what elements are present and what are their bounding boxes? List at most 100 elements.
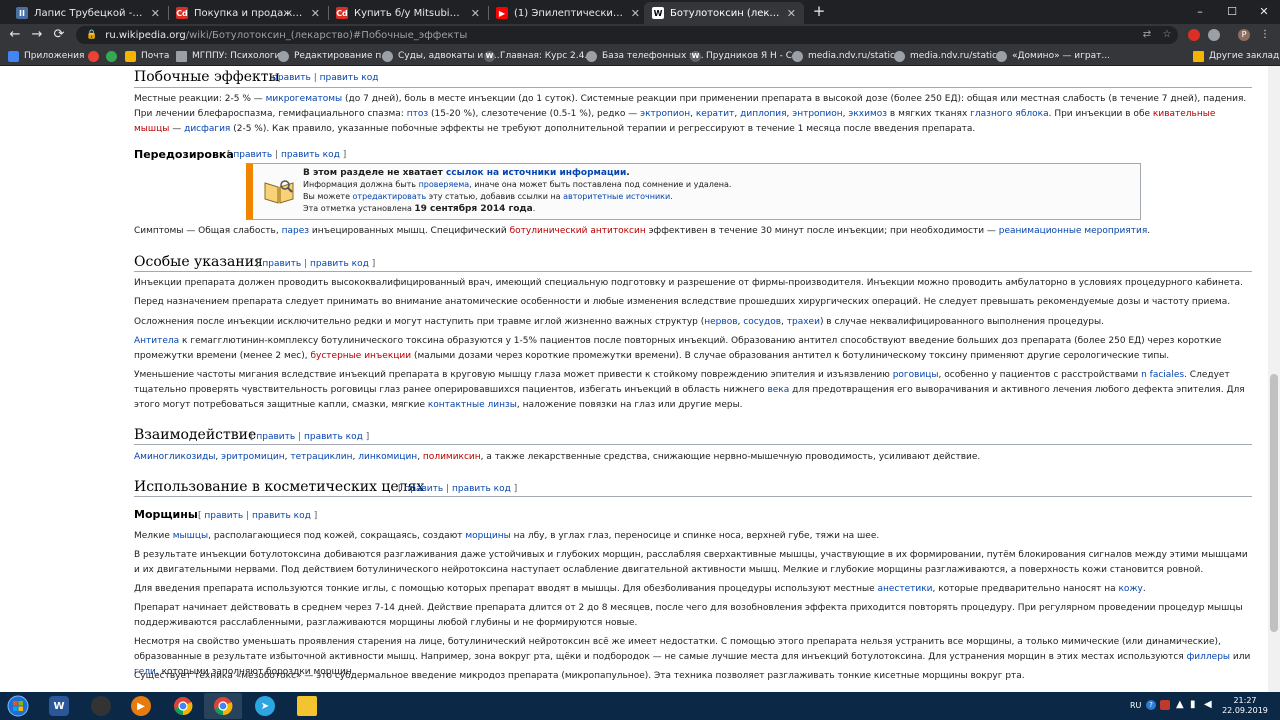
volume-icon[interactable]: ◀ (1204, 699, 1212, 710)
bookmark-phones[interactable]: База телефонных н... (586, 49, 704, 63)
article-link[interactable]: n facialеs (1141, 370, 1184, 380)
translate-icon[interactable]: ⇄ (1140, 28, 1154, 42)
lock-icon[interactable]: 🔒 (86, 30, 97, 40)
article-link[interactable]: тетрациклин (290, 452, 352, 462)
forward-button[interactable]: → (28, 26, 46, 44)
bookmark-domino[interactable]: «Домино» — играт... (996, 49, 1110, 63)
article-link[interactable]: глазного яблока (970, 109, 1048, 119)
extension-red-icon[interactable] (1188, 29, 1200, 41)
clock[interactable]: 21:27 22.09.2019 (1222, 696, 1268, 716)
bookmark-edit[interactable]: Редактирование п... (278, 49, 390, 63)
bookmark-prudnikov[interactable]: W Прудников Я Н - С... (690, 49, 801, 63)
article-link[interactable]: роговицы (893, 370, 939, 380)
article-link[interactable]: энтропион (792, 109, 842, 119)
article-link[interactable]: нервов (704, 317, 737, 327)
tab-close-icon[interactable]: ✕ (631, 7, 640, 20)
tab-4-active[interactable]: W Ботулотоксин (лекарство) — Ви ✕ (644, 2, 804, 24)
edit-code-link[interactable]: править код (281, 150, 340, 160)
notice-edit-link[interactable]: отредактировать (353, 192, 427, 201)
bookmark-star-icon[interactable]: ☆ (1160, 28, 1174, 42)
edit-code-link[interactable]: править код (252, 511, 311, 521)
edit-link[interactable]: править (262, 259, 301, 269)
page-scrollbar[interactable] (1268, 66, 1280, 692)
tab-1[interactable]: Cd Покупка и продажа автомобил ✕ (168, 2, 328, 24)
taskbar-word[interactable]: W (40, 693, 78, 719)
edit-code-link[interactable]: править код (320, 73, 379, 83)
taskbar-chrome-active[interactable] (204, 693, 242, 719)
tab-0[interactable]: II Лапис Трубецкой - Шут ✕ (8, 2, 168, 24)
article-link[interactable]: кератит (696, 109, 735, 119)
minimize-button[interactable]: – (1184, 0, 1216, 22)
network-icon[interactable]: ▮ (1190, 699, 1196, 710)
tray-app-icon[interactable] (1160, 700, 1170, 710)
edit-link[interactable]: править (233, 150, 272, 160)
taskbar-explorer[interactable] (288, 693, 326, 719)
language-indicator[interactable]: RU (1130, 701, 1141, 710)
bookmark-course[interactable]: W Главная: Курс 2.4.... (484, 49, 596, 63)
article-link[interactable]: века (767, 385, 789, 395)
help-icon[interactable]: ? (1146, 700, 1156, 710)
edit-link[interactable]: править (204, 511, 243, 521)
bookmark-courts[interactable]: Суды, адвокаты и с... (382, 49, 500, 63)
edit-link[interactable]: править (256, 432, 295, 442)
article-link[interactable]: ботулинический антитоксин (510, 226, 646, 236)
tab-close-icon[interactable]: ✕ (311, 7, 320, 20)
edit-link[interactable]: править (404, 484, 443, 494)
taskbar-chrome[interactable] (164, 693, 202, 719)
article-link[interactable]: экхимоз (848, 109, 887, 119)
edit-link[interactable]: править (272, 73, 311, 83)
notice-citations-link[interactable]: ссылок на источники информации (446, 168, 626, 178)
start-button[interactable] (0, 693, 36, 719)
tab-close-icon[interactable]: ✕ (471, 7, 480, 20)
taskbar-assassin[interactable] (82, 693, 120, 719)
article-link[interactable]: дисфагия (184, 124, 230, 134)
article-link[interactable]: анестетики (877, 584, 932, 594)
notice-verifiable-link[interactable]: проверяема (419, 180, 470, 189)
close-window-button[interactable]: ✕ (1248, 0, 1280, 22)
article-link[interactable]: контактные линзы (428, 400, 517, 410)
article-link[interactable]: Аминогликозиды (134, 452, 215, 462)
bookmark-ndv-1[interactable]: media.ndv.ru/static... (792, 49, 904, 63)
extension-shield-icon[interactable] (1208, 29, 1220, 41)
tab-2[interactable]: Cd Купить б/у Mitsubishi Space Ru ✕ (328, 2, 488, 24)
back-button[interactable]: ← (6, 26, 24, 44)
edit-code-link[interactable]: править код (452, 484, 511, 494)
bookmark-mgppu[interactable]: МГППУ: Психологи... (176, 49, 289, 63)
article-link[interactable]: кожу (1119, 584, 1143, 594)
maximize-button[interactable]: ☐ (1216, 0, 1248, 22)
bookmark-pochta[interactable]: Почта (125, 49, 169, 63)
bookmark-ndv-2[interactable]: media.ndv.ru/static... (894, 49, 1006, 63)
tab-close-icon[interactable]: ✕ (787, 7, 796, 20)
article-link[interactable]: мышцы (173, 531, 208, 541)
article-link[interactable]: линкомицин (358, 452, 417, 462)
show-hidden-icons[interactable]: ▲ (1176, 699, 1184, 710)
article-link[interactable]: парез (282, 226, 309, 236)
article-link[interactable]: морщины (465, 531, 510, 541)
article-link[interactable]: полимиксин (423, 452, 481, 462)
article-link[interactable]: трахеи (787, 317, 820, 327)
bookmark-other[interactable]: Другие закладки (1193, 49, 1280, 63)
article-link[interactable]: микрогематомы (266, 94, 343, 104)
notice-sources-link[interactable]: авторитетные источники (563, 192, 670, 201)
article-link[interactable]: птоз (407, 109, 428, 119)
menu-kebab-icon[interactable]: ⋮ (1258, 28, 1272, 42)
tab-close-icon[interactable]: ✕ (151, 7, 160, 20)
edit-code-link[interactable]: править код (304, 432, 363, 442)
profile-avatar[interactable]: P (1238, 29, 1250, 41)
taskbar-media[interactable]: ▶ (122, 693, 160, 719)
address-bar[interactable]: 🔒 ru.wikipedia.org/wiki/Ботулотоксин_(ле… (76, 26, 1178, 44)
taskbar-telegram[interactable]: ➤ (246, 693, 284, 719)
article-link[interactable]: реанимационные мероприятия (999, 226, 1147, 236)
article-link[interactable]: бустерные инъекции (310, 351, 411, 361)
article-link[interactable]: эритромицин (221, 452, 284, 462)
reload-button[interactable]: ⟳ (50, 26, 68, 44)
scrollbar-thumb[interactable] (1270, 374, 1278, 632)
article-link[interactable]: диплопия (740, 109, 786, 119)
article-link[interactable]: Антитела (134, 336, 179, 346)
bookmark-mail[interactable] (88, 49, 104, 63)
article-link[interactable]: эктропион (640, 109, 690, 119)
new-tab-button[interactable]: + (810, 2, 828, 20)
bookmark-apps[interactable]: Приложения (8, 49, 84, 63)
tab-3[interactable]: ▶ (1) Эпилептический психоз, бре ✕ (488, 2, 648, 24)
article-link[interactable]: сосудов (743, 317, 781, 327)
